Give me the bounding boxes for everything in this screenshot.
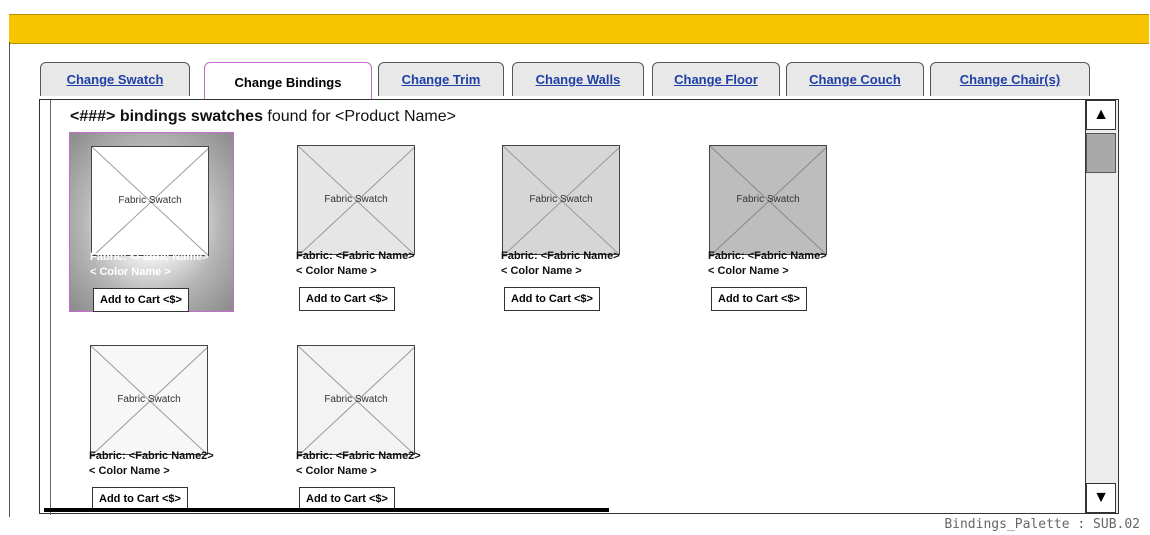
color-name: < Color Name > (708, 265, 789, 277)
swatch-card[interactable]: Fabric Swatch Fabric: <Fabric Name2> < C… (276, 332, 441, 512)
color-name: < Color Name > (501, 265, 582, 277)
color-name: < Color Name > (296, 465, 377, 477)
vertical-scrollbar[interactable]: ▲ ▼ (1085, 100, 1118, 513)
fabric-swatch-image[interactable]: Fabric Swatch (709, 145, 827, 255)
tab-change-trim[interactable]: Change Trim (378, 62, 504, 96)
add-to-cart-button[interactable]: Add to Cart <$> (504, 287, 600, 311)
swatch-card[interactable]: Fabric Swatch Fabric: <Fabric Name> < Co… (276, 132, 441, 312)
scrollbar-thumb[interactable] (1086, 133, 1116, 173)
arrow-down-icon[interactable]: ▼ (1086, 483, 1116, 513)
tab-label: Change Walls (535, 72, 621, 87)
top-banner (9, 14, 1149, 44)
tab-change-bindings[interactable]: Change Bindings (204, 62, 372, 102)
fabric-name: Fabric: <Fabric Name> (708, 250, 827, 262)
fabric-name: Fabric: <Fabric Name> (296, 250, 415, 262)
tab-label: Change Chair(s) (959, 72, 1061, 87)
fabric-swatch-image[interactable]: Fabric Swatch (91, 146, 209, 256)
fabric-name: Fabric: <Fabric Name2> (296, 450, 421, 462)
fabric-swatch-image[interactable]: Fabric Swatch (502, 145, 620, 255)
swatch-card[interactable]: Fabric Swatch Fabric: <Fabric Name2> < C… (69, 332, 234, 512)
color-name: < Color Name > (90, 266, 171, 278)
tab-change-swatch[interactable]: Change Swatch (40, 62, 190, 96)
tab-label: Change Couch (809, 72, 901, 87)
tab-label: Change Bindings (234, 75, 342, 90)
swatch-card[interactable]: Fabric Swatch Fabric: <Fabric Name> < Co… (481, 132, 646, 312)
results-product: found for <Product Name> (262, 108, 456, 125)
tab-label: Change Trim (401, 72, 481, 87)
fabric-name: Fabric: <Fabric Name2> (89, 450, 214, 462)
swatch-image-label: Fabric Swatch (324, 394, 388, 405)
screen-id-label: Bindings_Palette : SUB.02 (944, 517, 1140, 532)
swatch-image-label: Fabric Swatch (117, 394, 181, 405)
tab-change-chairs[interactable]: Change Chair(s) (930, 62, 1090, 96)
swatch-panel: <###> bindings swatches found for <Produ… (39, 99, 1119, 515)
tab-label: Change Swatch (66, 72, 164, 87)
add-to-cart-button[interactable]: Add to Cart <$> (93, 288, 189, 312)
panel-divider (50, 100, 51, 515)
swatch-image-label: Fabric Swatch (324, 194, 388, 205)
frame-border (9, 42, 10, 517)
tab-change-floor[interactable]: Change Floor (652, 62, 780, 96)
results-heading: <###> bindings swatches found for <Produ… (70, 108, 456, 126)
results-count: <###> bindings swatches (70, 108, 263, 125)
fabric-swatch-image[interactable]: Fabric Swatch (297, 145, 415, 255)
horizontal-scroll-edge (44, 508, 609, 512)
swatch-card[interactable]: Fabric Swatch Fabric: <Fabric Name> < Co… (69, 132, 234, 312)
fabric-swatch-image[interactable]: Fabric Swatch (297, 345, 415, 455)
tab-change-couch[interactable]: Change Couch (786, 62, 924, 96)
arrow-up-icon[interactable]: ▲ (1086, 100, 1116, 130)
add-to-cart-button[interactable]: Add to Cart <$> (711, 287, 807, 311)
color-name: < Color Name > (89, 465, 170, 477)
color-name: < Color Name > (296, 265, 377, 277)
swatch-image-label: Fabric Swatch (736, 194, 800, 205)
swatch-image-label: Fabric Swatch (529, 194, 593, 205)
fabric-name: Fabric: <Fabric Name> (501, 250, 620, 262)
swatch-card[interactable]: Fabric Swatch Fabric: <Fabric Name> < Co… (688, 132, 853, 312)
tab-label: Change Floor (674, 72, 758, 87)
fabric-swatch-image[interactable]: Fabric Swatch (90, 345, 208, 455)
swatch-image-label: Fabric Swatch (118, 195, 182, 206)
tab-change-walls[interactable]: Change Walls (512, 62, 644, 96)
fabric-name: Fabric: <Fabric Name> (90, 251, 209, 263)
add-to-cart-button[interactable]: Add to Cart <$> (299, 287, 395, 311)
